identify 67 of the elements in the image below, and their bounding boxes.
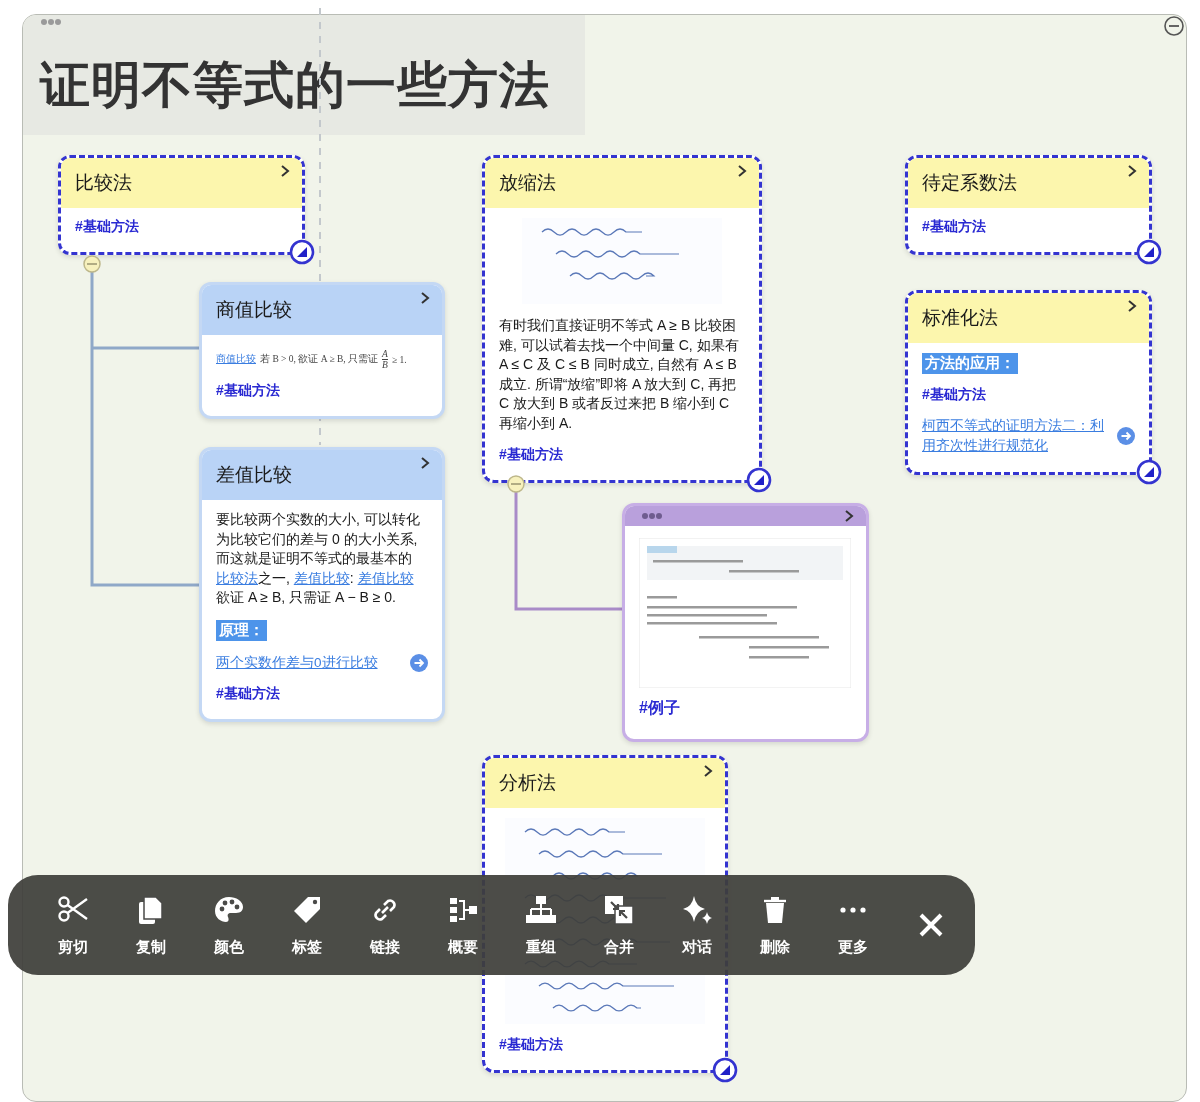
note-card[interactable]: 标准化法 方法的应用： #基础方法 柯西不等式的证明方法二：利用齐次性进行规范化 xyxy=(905,290,1152,475)
link[interactable]: 两个实数作差与0进行比较 xyxy=(216,652,378,673)
card-title: 放缩法 xyxy=(499,171,556,195)
collapse-icon[interactable] xyxy=(1163,15,1185,37)
note-card[interactable]: 待定系数法 #基础方法 xyxy=(905,155,1152,255)
close-icon xyxy=(918,912,944,938)
card-title: 标准化法 xyxy=(922,306,998,330)
arrow-right-icon[interactable] xyxy=(1117,427,1135,445)
tag-label[interactable]: #基础方法 xyxy=(922,386,1135,404)
collapse-toggle[interactable] xyxy=(507,475,525,493)
chevron-right-icon[interactable] xyxy=(280,164,290,178)
card-title: 差值比较 xyxy=(216,463,292,487)
tag-label[interactable]: #基础方法 xyxy=(75,218,288,236)
resize-handle[interactable] xyxy=(712,1057,738,1083)
resize-handle[interactable] xyxy=(746,467,772,493)
note-card[interactable]: 放缩法 有时我们直接证明不等式 A ≥ B 比较困难, 可以试着去找一个中间量 C, 如果有 A ≤ C 及 C ≤ B 同时成立, 自然有 A ≤ B 成立. 所谓“放缩”即将 A 放大到 C, 再把 C 放大到 B 或者反过来把 B 缩小到 C 再缩小到 A. #基础方法 xyxy=(482,155,762,483)
link[interactable]: 差值比较 xyxy=(357,569,414,586)
tag-label[interactable]: #基础方法 xyxy=(499,1036,711,1054)
more-button[interactable]: 更多 xyxy=(814,893,892,957)
paragraph: 要比较两个实数的大小, 可以转化为比较它们的差与 0 的大小关系, 而这就是证明不等式的最基本的 比较法之一, 差值比较: 差值比较 欲证 A ≥ B, 只需证 A − B ≥ 0. xyxy=(216,510,421,608)
tag-label[interactable]: #基础方法 xyxy=(216,382,428,400)
copy-button[interactable]: 复制 xyxy=(112,893,190,957)
chevron-right-icon[interactable] xyxy=(420,291,430,305)
canvas-title: 证明不等式的一些方法 xyxy=(40,56,550,115)
card-title: 待定系数法 xyxy=(922,171,1017,195)
paragraph: 有时我们直接证明不等式 A ≥ B 比较困难, 可以试着去找一个中间量 C, 如果有 A ≤ C 及 C ≤ B 同时成立, 自然有 A ≤ B 成立. 所谓“放缩”即将 A 放大到 C, 再把 C 放大到 B 或者反过来把 B 缩小到 C 再缩小到 A. xyxy=(499,316,740,433)
tag-label[interactable]: #例子 xyxy=(639,698,854,719)
arrow-right-icon[interactable] xyxy=(410,653,428,672)
note-card[interactable]: 比较法 #基础方法 xyxy=(58,155,305,255)
card-title: 分析法 xyxy=(499,771,556,795)
merge-button[interactable]: 合并 xyxy=(580,893,658,957)
chevron-right-icon[interactable] xyxy=(1127,164,1137,178)
chevron-right-icon[interactable] xyxy=(420,456,430,470)
link[interactable]: 商值比较 xyxy=(216,353,256,366)
merge-icon xyxy=(603,893,635,926)
fraction: A B xyxy=(382,349,388,370)
more-icon xyxy=(840,906,866,913)
chevron-right-icon[interactable] xyxy=(703,764,713,778)
resize-handle[interactable] xyxy=(1136,459,1162,485)
summary-button[interactable]: 概要 xyxy=(424,893,502,957)
link-button[interactable]: 链接 xyxy=(346,893,424,957)
resize-handle[interactable] xyxy=(289,239,315,265)
card-title: 比较法 xyxy=(75,171,132,195)
highlighted-label: 方法的应用： xyxy=(922,353,1018,374)
chat-button[interactable]: 对话 xyxy=(658,893,736,957)
link[interactable]: 柯西不等式的证明方法二：利用齐次性进行规范化 xyxy=(922,416,1109,456)
tag-label[interactable]: #基础方法 xyxy=(216,684,428,703)
note-card[interactable]: #例子 xyxy=(622,503,869,742)
card-title: 商值比较 xyxy=(216,298,292,322)
highlighted-label: 原理： xyxy=(216,619,267,641)
regroup-button[interactable]: 重组 xyxy=(502,893,580,957)
link[interactable]: 差值比较 xyxy=(293,569,350,586)
note-card[interactable]: 差值比较 要比较两个实数的大小, 可以转化为比较它们的差与 0 的大小关系, 而这就是证明不等式的最基本的 比较法之一, 差值比较: 差值比较 欲证 A ≥ B, 只需证 A − B ≥ 0. 原理： 两个实数作差与0进行比较 #基础方法 xyxy=(199,447,445,722)
color-button[interactable]: 颜色 xyxy=(190,893,268,957)
org-chart-icon xyxy=(525,893,557,926)
delete-button[interactable]: 删除 xyxy=(736,893,814,957)
resize-handle[interactable] xyxy=(1136,239,1162,265)
chevron-right-icon[interactable] xyxy=(844,509,854,523)
collapse-toggle[interactable] xyxy=(83,255,101,273)
chevron-right-icon[interactable] xyxy=(737,164,747,178)
chevron-right-icon[interactable] xyxy=(1127,299,1137,313)
tag-button[interactable]: 标签 xyxy=(268,893,346,957)
tag-label[interactable]: #基础方法 xyxy=(499,445,745,464)
link[interactable]: 比较法 xyxy=(216,569,258,586)
more-icon[interactable] xyxy=(641,512,663,520)
cut-button[interactable]: 剪切 xyxy=(34,893,112,957)
tag-label[interactable]: #基础方法 xyxy=(922,218,1135,236)
